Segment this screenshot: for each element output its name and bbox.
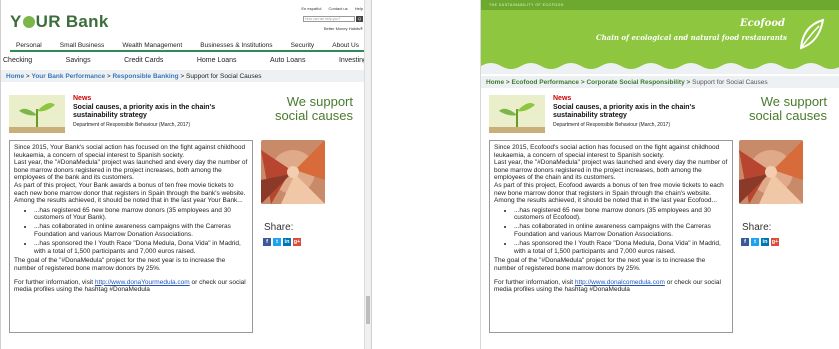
nav-personal[interactable]: Personal xyxy=(10,40,48,52)
banner-small-text: THE SUSTAINABILITY OF ECOFOOD xyxy=(489,3,564,7)
news-department: Department of Responsible Behaviour (Mar… xyxy=(553,122,671,128)
bank-logo[interactable]: Y UR Bank xyxy=(10,12,109,32)
list-item: ...has sponsored the I Youth Race "Dona … xyxy=(34,240,248,255)
news-headline[interactable]: Social causes, a priority axis in the ch… xyxy=(73,104,218,120)
nav-businesses[interactable]: Businesses & Institutions xyxy=(194,40,278,50)
crumb-responsible[interactable]: Responsible Banking xyxy=(112,73,178,80)
donamedula-link[interactable]: http://www.donaYourmedula.com xyxy=(95,279,190,286)
social-icons: f t in g+ xyxy=(741,238,779,246)
crumb-csr[interactable]: Corporate Social Responsibility xyxy=(586,79,684,86)
we-support-heading: We support social causes xyxy=(748,94,827,123)
crumb-performance[interactable]: Your Bank Performance xyxy=(31,73,105,80)
crumb-current: Support for Social Causes xyxy=(692,79,768,86)
donamedula-link[interactable]: http://www.donalcomedula.com xyxy=(575,279,665,286)
sprout-thumbnail xyxy=(9,95,65,133)
top-links: En español Contact us Help xyxy=(295,6,363,11)
nav-credit-cards[interactable]: Credit Cards xyxy=(124,57,163,68)
nav-checking[interactable]: Checking xyxy=(3,57,32,68)
googleplus-icon[interactable]: g+ xyxy=(771,238,779,246)
para-4: The goal of the "#DonaMedula" project fo… xyxy=(494,257,706,272)
share-label: Share: xyxy=(264,222,294,233)
para-1: Since 2015, Your Bank's social action ha… xyxy=(14,144,246,159)
breadcrumb: Home > Your Bank Performance > Responsib… xyxy=(1,70,371,82)
sprout-thumbnail xyxy=(489,95,545,133)
sub-nav: Checking Savings Credit Cards Home Loans… xyxy=(1,54,371,68)
list-item: ...has registered 65 new bone marrow don… xyxy=(514,207,728,222)
twitter-icon[interactable]: t xyxy=(751,238,759,246)
linkedin-icon[interactable]: in xyxy=(283,238,291,246)
article-body: Since 2015, Ecofood's social action has … xyxy=(489,140,733,333)
further-info: For further information, visit http://ww… xyxy=(494,278,721,294)
main-nav: Personal Small Business Wealth Managemen… xyxy=(10,40,365,52)
results-list: ...has registered 65 new bone marrow don… xyxy=(514,207,728,256)
breadcrumb: Home > Ecofood Performance > Corporate S… xyxy=(481,76,839,88)
hands-photo xyxy=(261,140,325,204)
para-3: As part of this project, Ecofood awards … xyxy=(494,181,724,205)
search-input[interactable]: How can we help you? xyxy=(303,16,355,22)
list-item: ...has registered 65 new bone marrow don… xyxy=(34,207,248,222)
para-4: The goal of the "#DonaMedula" project fo… xyxy=(14,257,226,272)
ecofood-page: THE SUSTAINABILITY OF ECOFOOD Ecofood Ch… xyxy=(480,0,839,349)
news-headline[interactable]: Social causes, a priority axis in the ch… xyxy=(553,104,698,120)
crumb-home[interactable]: Home xyxy=(6,73,24,80)
nav-small-business[interactable]: Small Business xyxy=(54,40,110,50)
social-icons: f t in g+ xyxy=(263,238,301,246)
news-label: News xyxy=(553,95,572,102)
ecofood-tagline: Chain of ecological and natural food res… xyxy=(596,33,787,42)
facebook-icon[interactable]: f xyxy=(741,238,749,246)
logo-sprout-icon xyxy=(22,16,35,28)
scrollbar[interactable] xyxy=(364,0,371,349)
scrollbar-thumb[interactable] xyxy=(366,296,370,324)
article-body: Since 2015, Your Bank's social action ha… xyxy=(9,140,253,333)
link-help[interactable]: Help xyxy=(355,6,363,11)
nav-investing[interactable]: Investing xyxy=(339,57,367,68)
leaf-icon xyxy=(799,18,825,50)
list-item: ...has collaborated in online awareness … xyxy=(34,223,248,238)
search-button[interactable]: Q xyxy=(356,16,363,22)
list-item: ...has collaborated in online awareness … xyxy=(514,223,728,238)
linkedin-icon[interactable]: in xyxy=(761,238,769,246)
ecofood-logo[interactable]: Ecofood xyxy=(740,18,785,29)
nav-home-loans[interactable]: Home Loans xyxy=(197,57,237,68)
facebook-icon[interactable]: f xyxy=(263,238,271,246)
para-3: As part of this project, Your Bank award… xyxy=(14,181,246,205)
banner-wave xyxy=(481,63,839,74)
crumb-home[interactable]: Home xyxy=(486,79,504,86)
nav-savings[interactable]: Savings xyxy=(66,57,91,68)
nav-wealth[interactable]: Wealth Management xyxy=(116,40,188,50)
ecofood-banner: THE SUSTAINABILITY OF ECOFOOD Ecofood Ch… xyxy=(481,0,839,74)
results-list: ...has registered 65 new bone marrow don… xyxy=(34,207,248,256)
further-info: For further information, visit http://ww… xyxy=(14,278,246,294)
link-espanol[interactable]: En español xyxy=(301,6,321,11)
better-money-link[interactable]: Better Money Habits® xyxy=(324,26,363,31)
hands-photo xyxy=(739,140,803,204)
list-item: ...has sponsored the I Youth Race "Dona … xyxy=(514,240,728,255)
news-label: News xyxy=(73,95,92,102)
your-bank-page: Y UR Bank En español Contact us Help How … xyxy=(0,0,372,349)
share-label: Share: xyxy=(742,222,772,233)
twitter-icon[interactable]: t xyxy=(273,238,281,246)
googleplus-icon[interactable]: g+ xyxy=(293,238,301,246)
nav-security[interactable]: Security xyxy=(285,40,320,50)
news-department: Department of Responsible Behaviour (Mar… xyxy=(73,122,191,128)
we-support-heading: We support social causes xyxy=(274,94,353,123)
para-2: Last year, the "#DonaMedula" project was… xyxy=(494,159,728,182)
nav-auto-loans[interactable]: Auto Loans xyxy=(270,57,305,68)
crumb-performance[interactable]: Ecofood Performance xyxy=(511,79,579,86)
link-contact[interactable]: Contact us xyxy=(329,6,348,11)
nav-about[interactable]: About Us xyxy=(326,40,365,50)
para-1: Since 2015, Ecofood's social action has … xyxy=(494,144,720,159)
para-2: Last year, the "#DonaMedula" project was… xyxy=(14,159,248,182)
crumb-current: Support for Social Causes xyxy=(186,73,262,80)
